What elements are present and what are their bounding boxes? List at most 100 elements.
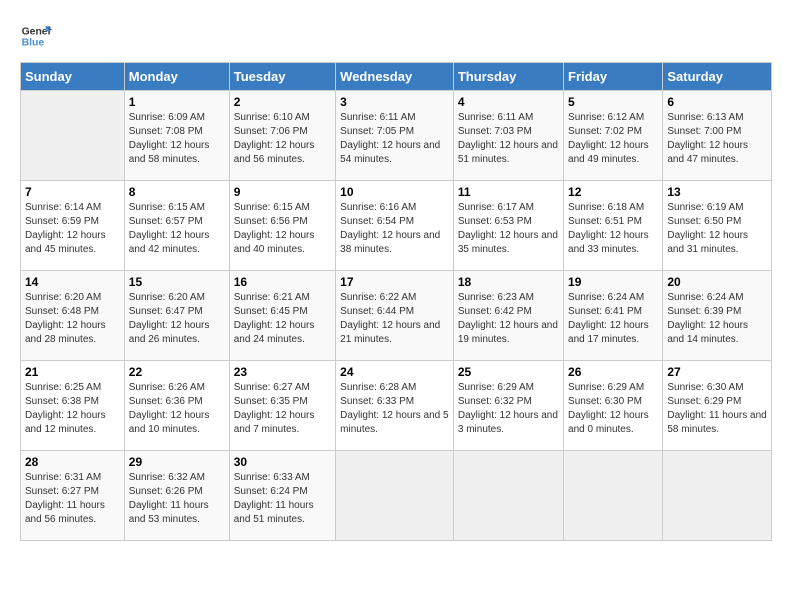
day-number: 5 xyxy=(568,95,658,109)
day-number: 23 xyxy=(234,365,331,379)
day-info: Sunrise: 6:29 AMSunset: 6:30 PMDaylight:… xyxy=(568,381,658,437)
day-info: Sunrise: 6:23 AMSunset: 6:42 PMDaylight:… xyxy=(458,291,559,347)
day-info: Sunrise: 6:17 AMSunset: 6:53 PMDaylight:… xyxy=(458,201,559,257)
calendar-week-row: 21Sunrise: 6:25 AMSunset: 6:38 PMDayligh… xyxy=(21,361,772,451)
calendar-cell xyxy=(336,451,454,541)
calendar-cell: 1 Sunrise: 6:09 AMSunset: 7:08 PMDaylight… xyxy=(124,91,229,181)
calendar-cell: 17Sunrise: 6:22 AMSunset: 6:44 PMDayligh… xyxy=(336,271,454,361)
day-info: Sunrise: 6:13 AMSunset: 7:00 PMDaylight:… xyxy=(667,111,767,167)
day-number: 26 xyxy=(568,365,658,379)
day-number: 30 xyxy=(234,455,331,469)
calendar-cell: 24 Sunrise: 6:28 AMSunset: 6:33 PMDayligh… xyxy=(336,361,454,451)
header: General Blue xyxy=(20,20,772,52)
day-info: Sunrise: 6:32 AMSunset: 6:26 PMDaylight:… xyxy=(129,471,225,527)
header-day-monday: Monday xyxy=(124,63,229,91)
day-info: Sunrise: 6:27 AMSunset: 6:35 PMDaylight:… xyxy=(234,381,331,437)
calendar-cell: 10 Sunrise: 6:16 AMSunset: 6:54 PMDayligh… xyxy=(336,181,454,271)
day-info: Sunrise: 6:21 AMSunset: 6:45 PMDaylight:… xyxy=(234,291,331,347)
day-info: Sunrise: 6:19 AMSunset: 6:50 PMDaylight:… xyxy=(667,201,767,257)
calendar-cell: 6 Sunrise: 6:13 AMSunset: 7:00 PMDaylight… xyxy=(663,91,772,181)
day-number: 14 xyxy=(25,275,120,289)
svg-text:Blue: Blue xyxy=(22,38,45,49)
day-number: 9 xyxy=(234,185,331,199)
day-info: Sunrise: 6:24 AMSunset: 6:39 PMDaylight:… xyxy=(667,291,767,347)
calendar-cell: 12 Sunrise: 6:18 AMSunset: 6:51 PMDayligh… xyxy=(564,181,663,271)
calendar-cell: 11 Sunrise: 6:17 AMSunset: 6:53 PMDayligh… xyxy=(453,181,563,271)
calendar-cell: 15 Sunrise: 6:20 AMSunset: 6:47 PMDayligh… xyxy=(124,271,229,361)
header-day-friday: Friday xyxy=(564,63,663,91)
calendar-cell: 20 Sunrise: 6:24 AMSunset: 6:39 PMDayligh… xyxy=(663,271,772,361)
calendar-cell: 26 Sunrise: 6:29 AMSunset: 6:30 PMDayligh… xyxy=(564,361,663,451)
day-number: 6 xyxy=(667,95,767,109)
calendar-header-row: SundayMondayTuesdayWednesdayThursdayFrid… xyxy=(21,63,772,91)
calendar-cell: 21Sunrise: 6:25 AMSunset: 6:38 PMDayligh… xyxy=(21,361,125,451)
day-info: Sunrise: 6:09 AMSunset: 7:08 PMDaylight:… xyxy=(129,111,225,167)
calendar-cell: 18 Sunrise: 6:23 AMSunset: 6:42 PMDayligh… xyxy=(453,271,563,361)
calendar-cell: 8Sunrise: 6:15 AMSunset: 6:57 PMDaylight… xyxy=(124,181,229,271)
day-info: Sunrise: 6:25 AMSunset: 6:38 PMDaylight:… xyxy=(25,381,120,437)
day-info: Sunrise: 6:20 AMSunset: 6:47 PMDaylight:… xyxy=(129,291,225,347)
header-day-sunday: Sunday xyxy=(21,63,125,91)
day-info: Sunrise: 6:29 AMSunset: 6:32 PMDaylight:… xyxy=(458,381,559,437)
calendar-cell xyxy=(564,451,663,541)
calendar-cell: 7Sunrise: 6:14 AMSunset: 6:59 PMDaylight… xyxy=(21,181,125,271)
day-number: 3 xyxy=(340,95,449,109)
calendar-cell: 13 Sunrise: 6:19 AMSunset: 6:50 PMDayligh… xyxy=(663,181,772,271)
day-number: 20 xyxy=(667,275,767,289)
calendar-cell: 19 Sunrise: 6:24 AMSunset: 6:41 PMDayligh… xyxy=(564,271,663,361)
calendar-cell: 5 Sunrise: 6:12 AMSunset: 7:02 PMDaylight… xyxy=(564,91,663,181)
header-day-saturday: Saturday xyxy=(663,63,772,91)
calendar-cell: 9Sunrise: 6:15 AMSunset: 6:56 PMDaylight… xyxy=(229,181,335,271)
calendar-cell: 29 Sunrise: 6:32 AMSunset: 6:26 PMDayligh… xyxy=(124,451,229,541)
logo-icon: General Blue xyxy=(20,20,52,52)
calendar-week-row: 7Sunrise: 6:14 AMSunset: 6:59 PMDaylight… xyxy=(21,181,772,271)
day-number: 12 xyxy=(568,185,658,199)
calendar-cell: 14 Sunrise: 6:20 AMSunset: 6:48 PMDayligh… xyxy=(21,271,125,361)
day-number: 1 xyxy=(129,95,225,109)
calendar-cell: 30 Sunrise: 6:33 AMSunset: 6:24 PMDayligh… xyxy=(229,451,335,541)
day-info: Sunrise: 6:10 AMSunset: 7:06 PMDaylight:… xyxy=(234,111,331,167)
header-day-wednesday: Wednesday xyxy=(336,63,454,91)
day-number: 19 xyxy=(568,275,658,289)
day-number: 4 xyxy=(458,95,559,109)
day-number: 2 xyxy=(234,95,331,109)
calendar-cell: 25Sunrise: 6:29 AMSunset: 6:32 PMDayligh… xyxy=(453,361,563,451)
day-number: 22 xyxy=(129,365,225,379)
day-info: Sunrise: 6:18 AMSunset: 6:51 PMDaylight:… xyxy=(568,201,658,257)
day-info: Sunrise: 6:33 AMSunset: 6:24 PMDaylight:… xyxy=(234,471,331,527)
day-info: Sunrise: 6:26 AMSunset: 6:36 PMDaylight:… xyxy=(129,381,225,437)
day-number: 15 xyxy=(129,275,225,289)
day-info: Sunrise: 6:24 AMSunset: 6:41 PMDaylight:… xyxy=(568,291,658,347)
day-number: 17 xyxy=(340,275,449,289)
day-number: 29 xyxy=(129,455,225,469)
calendar-cell: 4Sunrise: 6:11 AMSunset: 7:03 PMDaylight… xyxy=(453,91,563,181)
calendar-cell xyxy=(21,91,125,181)
calendar-cell: 23 Sunrise: 6:27 AMSunset: 6:35 PMDayligh… xyxy=(229,361,335,451)
day-number: 7 xyxy=(25,185,120,199)
calendar-table: SundayMondayTuesdayWednesdayThursdayFrid… xyxy=(20,62,772,541)
day-number: 24 xyxy=(340,365,449,379)
calendar-week-row: 14 Sunrise: 6:20 AMSunset: 6:48 PMDayligh… xyxy=(21,271,772,361)
logo: General Blue xyxy=(20,20,52,52)
day-number: 16 xyxy=(234,275,331,289)
header-day-tuesday: Tuesday xyxy=(229,63,335,91)
day-info: Sunrise: 6:28 AMSunset: 6:33 PMDaylight:… xyxy=(340,381,449,437)
day-info: Sunrise: 6:12 AMSunset: 7:02 PMDaylight:… xyxy=(568,111,658,167)
day-number: 10 xyxy=(340,185,449,199)
calendar-week-row: 1 Sunrise: 6:09 AMSunset: 7:08 PMDaylight… xyxy=(21,91,772,181)
day-number: 13 xyxy=(667,185,767,199)
day-info: Sunrise: 6:20 AMSunset: 6:48 PMDaylight:… xyxy=(25,291,120,347)
calendar-cell: 2 Sunrise: 6:10 AMSunset: 7:06 PMDaylight… xyxy=(229,91,335,181)
calendar-cell xyxy=(453,451,563,541)
day-info: Sunrise: 6:30 AMSunset: 6:29 PMDaylight:… xyxy=(667,381,767,437)
calendar-cell xyxy=(663,451,772,541)
day-number: 18 xyxy=(458,275,559,289)
day-info: Sunrise: 6:31 AMSunset: 6:27 PMDaylight:… xyxy=(25,471,120,527)
day-info: Sunrise: 6:16 AMSunset: 6:54 PMDaylight:… xyxy=(340,201,449,257)
header-day-thursday: Thursday xyxy=(453,63,563,91)
calendar-week-row: 28Sunrise: 6:31 AMSunset: 6:27 PMDayligh… xyxy=(21,451,772,541)
day-number: 11 xyxy=(458,185,559,199)
day-info: Sunrise: 6:11 AMSunset: 7:05 PMDaylight:… xyxy=(340,111,449,167)
day-number: 27 xyxy=(667,365,767,379)
day-info: Sunrise: 6:15 AMSunset: 6:57 PMDaylight:… xyxy=(129,201,225,257)
